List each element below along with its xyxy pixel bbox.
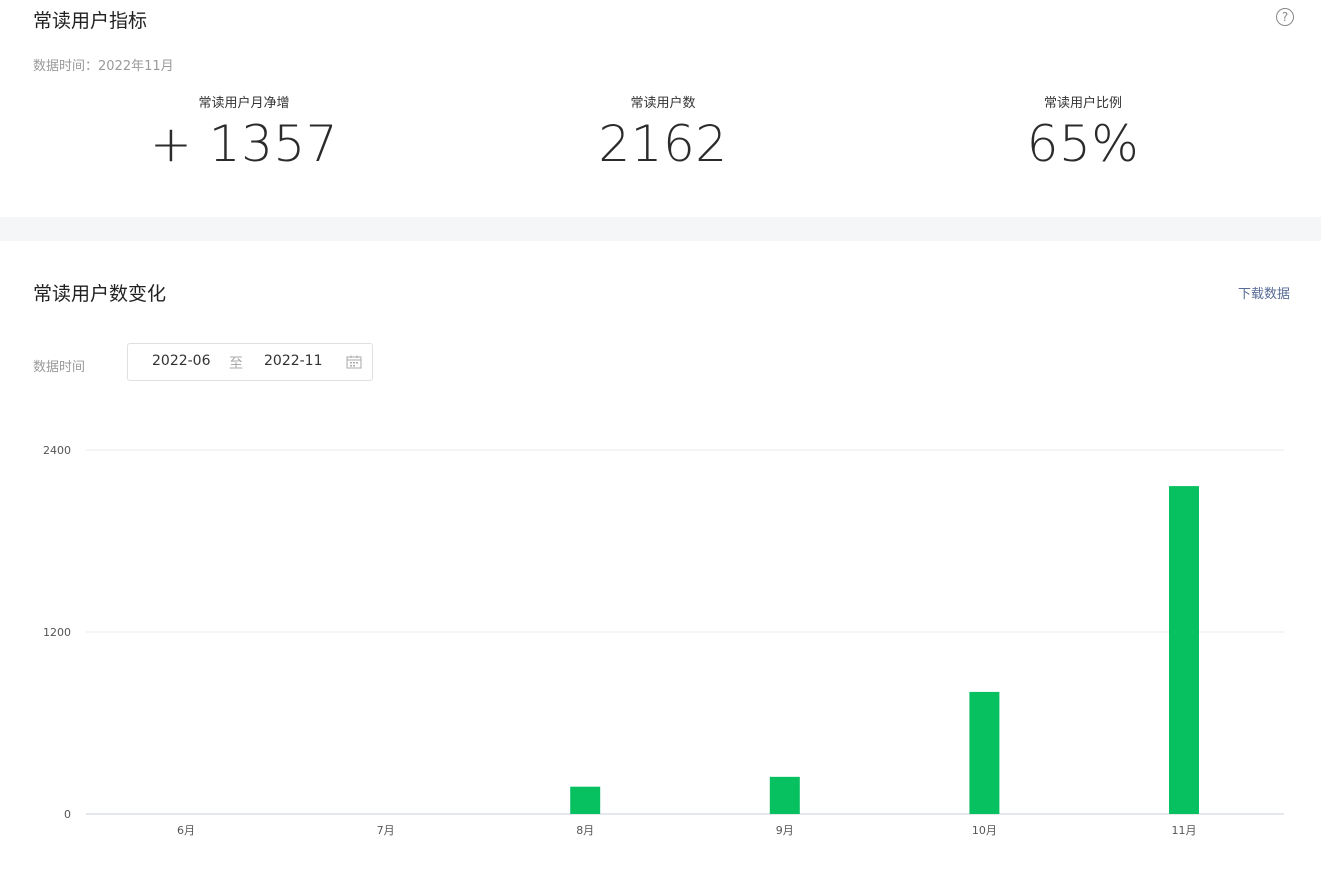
indicators-panel: 常读用户指标 ? 数据时间：2022年11月 常读用户月净增 + 1357 常读…	[0, 0, 1321, 217]
metric-label: 常读用户比例	[1043, 96, 1122, 111]
x-tick-label: 7月	[377, 824, 395, 837]
help-icon[interactable]: ?	[1276, 8, 1294, 26]
indicators-title: 常读用户指标	[33, 10, 148, 32]
section-divider	[0, 217, 1321, 241]
x-tick-label: 10月	[972, 824, 997, 837]
x-tick-label: 6月	[177, 824, 195, 837]
bar	[769, 776, 800, 814]
bar	[1169, 486, 1199, 814]
date-range-separator: 至	[229, 356, 243, 372]
x-tick-label: 9月	[776, 824, 794, 837]
download-data-link[interactable]: 下载数据	[1238, 283, 1290, 302]
metric-label: 常读用户月净增	[198, 96, 290, 111]
metric-user-count: 常读用户数 2162	[513, 92, 813, 173]
date-filter-label: 数据时间	[33, 360, 86, 375]
y-tick-label: 1200	[43, 626, 71, 639]
y-tick-label: 2400	[43, 444, 71, 457]
date-range-start[interactable]: 2022-06	[152, 353, 211, 369]
metric-value: 65%	[1026, 115, 1140, 173]
metric-value: + 1357	[149, 115, 339, 173]
metric-label: 常读用户数	[630, 96, 696, 111]
metric-value: 2162	[598, 115, 728, 173]
metric-net-increase: 常读用户月净增 + 1357	[94, 92, 394, 173]
trend-panel: 常读用户数变化 下载数据 数据时间 2022-06 至 2022-11 0 120…	[0, 241, 1321, 886]
metric-user-ratio: 常读用户比例 65%	[933, 92, 1233, 173]
y-tick-label: 0	[64, 808, 71, 821]
date-range-end[interactable]: 2022-11	[264, 353, 323, 369]
calendar-icon[interactable]	[346, 355, 362, 369]
bar	[570, 786, 601, 814]
trend-bar-chart: 0 1200 2400 6月 7月 8月 9月 10月 11月	[43, 444, 1284, 837]
date-range-picker[interactable]: 2022-06 至 2022-11	[127, 343, 373, 381]
bar	[969, 691, 1000, 814]
x-tick-label: 8月	[576, 824, 594, 837]
trend-title: 常读用户数变化	[33, 283, 167, 305]
x-tick-label: 11月	[1172, 824, 1197, 837]
data-time-text: 数据时间：2022年11月	[33, 59, 174, 74]
